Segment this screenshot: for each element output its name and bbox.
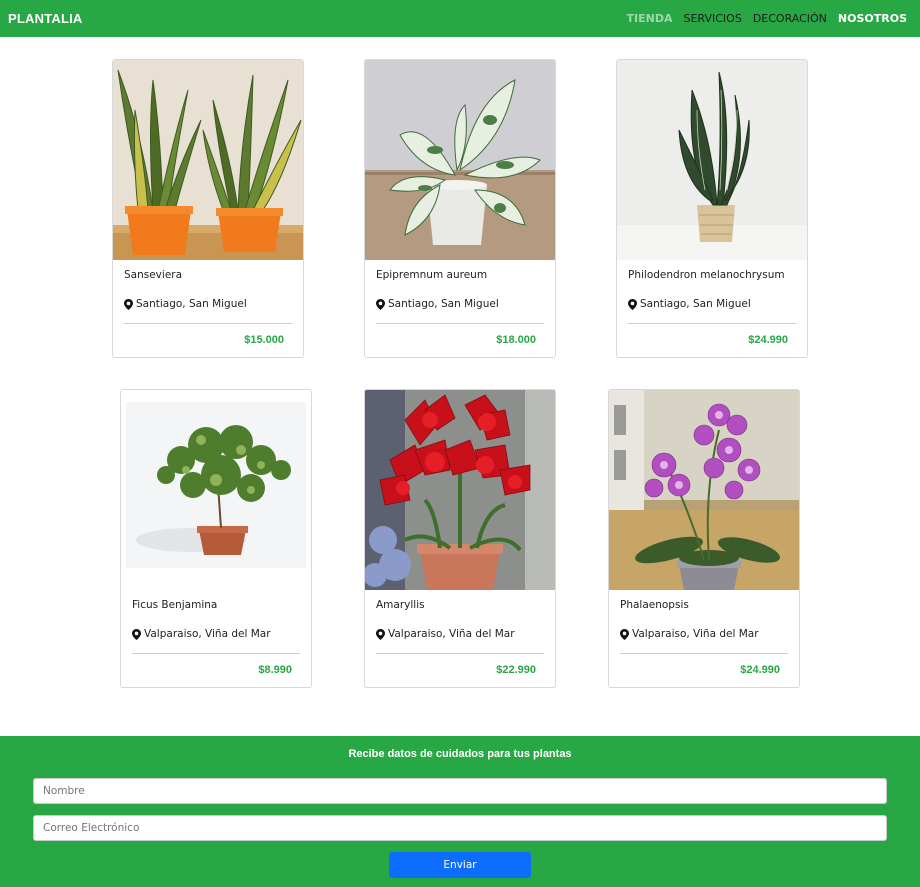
product-location-text: Valparaiso, Viña del Mar xyxy=(388,628,515,640)
product-image-epipremnum xyxy=(365,60,555,260)
product-image-philodendron xyxy=(617,60,807,260)
newsletter-title: Recibe datos de cuidados para tus planta… xyxy=(348,748,572,760)
product-name: Phalaenopsis xyxy=(620,599,689,611)
name-input[interactable] xyxy=(33,778,887,804)
product-location: Valparaiso, Viña del Mar xyxy=(376,626,544,642)
nav-tienda[interactable]: TIENDA xyxy=(627,12,673,25)
product-location: Valparaiso, Viña del Mar xyxy=(132,626,300,642)
navbar: PLANTALIA TIENDA SERVICIOS DECORACIÓN NO… xyxy=(0,0,920,37)
product-price: $24.990 xyxy=(748,334,788,346)
product-card[interactable]: Amaryllis Valparaiso, Viña del Mar $22.9… xyxy=(364,389,556,688)
product-name: Philodendron melanochrysum xyxy=(628,269,785,281)
submit-button[interactable]: Enviar xyxy=(389,852,531,878)
location-pin-icon xyxy=(132,628,141,640)
product-price: $24.990 xyxy=(740,664,780,676)
location-pin-icon xyxy=(376,298,385,310)
brand-logo[interactable]: PLANTALIA xyxy=(8,11,83,26)
product-price: $15.000 xyxy=(244,334,284,346)
product-image-phalaenopsis xyxy=(609,390,799,590)
product-image-ficus xyxy=(121,390,311,590)
product-image-amaryllis xyxy=(365,390,555,590)
product-name: Sanseviera xyxy=(124,269,183,281)
product-location-text: Valparaiso, Viña del Mar xyxy=(632,628,759,640)
product-location: Santiago, San Miguel xyxy=(124,296,292,312)
newsletter-footer: Recibe datos de cuidados para tus planta… xyxy=(0,736,920,887)
location-pin-icon xyxy=(620,628,629,640)
nav-nosotros[interactable]: NOSOTROS xyxy=(838,12,907,25)
product-card[interactable]: Sanseviera Santiago, San Miguel $15.000 xyxy=(112,59,304,358)
product-location-text: Santiago, San Miguel xyxy=(136,298,247,310)
location-pin-icon xyxy=(124,298,133,310)
nav-decoracion[interactable]: DECORACIÓN xyxy=(753,12,827,25)
product-location: Santiago, San Miguel xyxy=(376,296,544,312)
product-card[interactable]: Phalaenopsis Valparaiso, Viña del Mar $2… xyxy=(608,389,800,688)
product-price: $8.990 xyxy=(258,664,292,676)
product-location-text: Valparaiso, Viña del Mar xyxy=(144,628,271,640)
nav-servicios[interactable]: SERVICIOS xyxy=(684,12,742,25)
product-price: $18.000 xyxy=(496,334,536,346)
location-pin-icon xyxy=(628,298,637,310)
product-name: Epipremnum aureum xyxy=(376,269,488,281)
email-input[interactable] xyxy=(33,815,887,841)
product-location-text: Santiago, San Miguel xyxy=(640,298,751,310)
product-card[interactable]: Ficus Benjamina Valparaiso, Viña del Mar… xyxy=(120,389,312,688)
product-card[interactable]: Epipremnum aureum Santiago, San Miguel $… xyxy=(364,59,556,358)
product-name: Amaryllis xyxy=(376,599,425,611)
product-location: Valparaiso, Viña del Mar xyxy=(620,626,788,642)
product-price: $22.990 xyxy=(496,664,536,676)
location-pin-icon xyxy=(376,628,385,640)
product-card[interactable]: Philodendron melanochrysum Santiago, San… xyxy=(616,59,808,358)
product-location-text: Santiago, San Miguel xyxy=(388,298,499,310)
product-name: Ficus Benjamina xyxy=(132,599,218,611)
nav-links: TIENDA SERVICIOS DECORACIÓN NOSOTROS xyxy=(627,12,907,25)
product-location: Santiago, San Miguel xyxy=(628,296,796,312)
product-image-sanseviera xyxy=(113,60,303,260)
